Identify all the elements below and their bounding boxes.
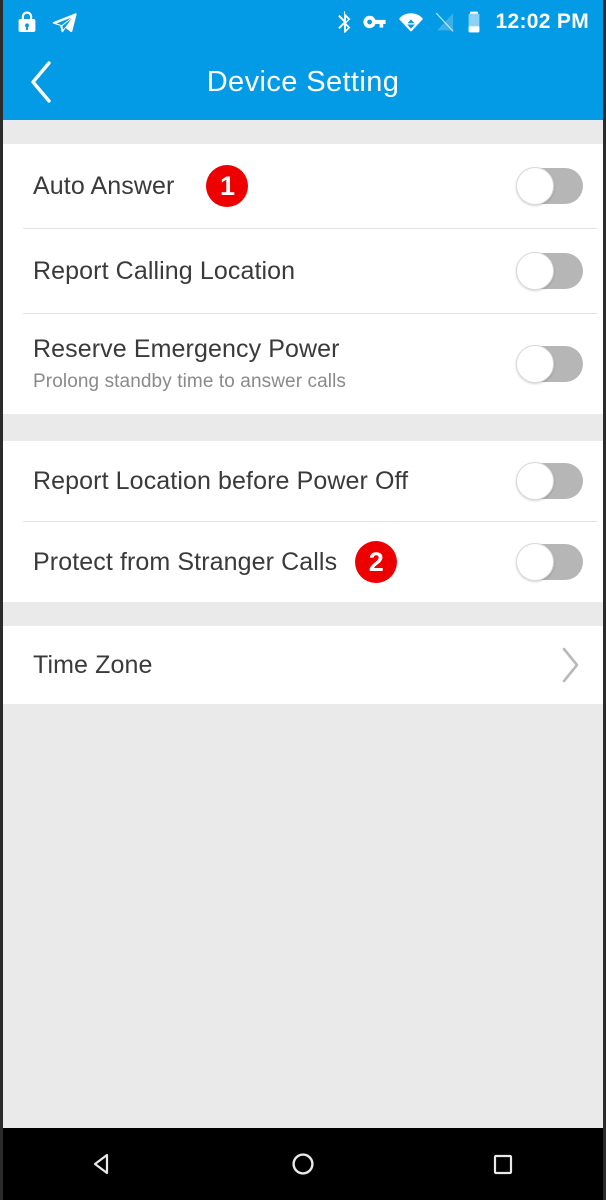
status-bar-right-icons: 12:02 PM	[336, 10, 589, 34]
battery-icon	[468, 11, 479, 33]
setting-label: Protect from Stranger Calls	[33, 547, 338, 576]
toggle-report-calling-location[interactable]	[516, 252, 583, 290]
row-text-block: Protect from Stranger Calls	[33, 548, 337, 577]
setting-row-time-zone[interactable]: Time Zone	[3, 626, 603, 704]
setting-label: Time Zone	[33, 650, 153, 679]
android-nav-bar	[3, 1128, 603, 1200]
chevron-right-icon	[562, 647, 579, 683]
back-button[interactable]	[3, 44, 79, 120]
settings-section-3: Time Zone	[3, 626, 603, 704]
setting-row-auto-answer[interactable]: Auto Answer 1	[3, 144, 603, 228]
signal-off-icon	[435, 12, 454, 32]
toggle-knob	[516, 543, 554, 581]
row-text-block: Auto Answer	[33, 172, 174, 201]
setting-row-report-location-before-power-off[interactable]: Report Location before Power Off	[3, 441, 603, 521]
setting-row-protect-from-stranger-calls[interactable]: Protect from Stranger Calls 2	[3, 522, 603, 602]
step-badge-1: 1	[206, 165, 249, 207]
lock-icon	[18, 11, 36, 32]
status-bar-clock: 12:02 PM	[495, 10, 589, 33]
toggle-protect-from-stranger-calls[interactable]	[516, 543, 583, 581]
toggle-auto-answer[interactable]	[516, 167, 583, 205]
settings-section-2: Report Location before Power Off Protect…	[3, 441, 603, 602]
toggle-knob	[516, 167, 554, 205]
setting-sublabel: Prolong standby time to answer calls	[33, 370, 347, 392]
row-text-block: Report Calling Location	[33, 257, 503, 286]
home-circle-icon	[292, 1153, 314, 1175]
phone-screen: 12:02 PM Device Setting Auto Answer 1 Re…	[3, 0, 603, 1200]
status-bar: 12:02 PM	[3, 0, 603, 44]
toggle-knob	[516, 252, 554, 290]
setting-label: Report Calling Location	[33, 256, 296, 285]
status-bar-left-icons	[17, 10, 77, 34]
vpn-key-icon	[362, 15, 386, 29]
setting-label: Report Location before Power Off	[33, 466, 409, 495]
toggle-reserve-emergency-power[interactable]	[516, 345, 583, 383]
location-send-icon	[52, 13, 77, 33]
setting-label: Reserve Emergency Power	[33, 335, 340, 364]
toggle-report-location-before-power-off[interactable]	[516, 462, 583, 500]
toggle-knob	[516, 462, 554, 500]
back-triangle-icon	[93, 1153, 109, 1175]
app-bar: Device Setting	[3, 44, 603, 120]
recents-square-icon	[493, 1154, 513, 1175]
step-badge-2: 2	[355, 541, 398, 583]
wifi-icon	[398, 13, 423, 32]
setting-label: Auto Answer	[33, 171, 175, 200]
toggle-knob	[516, 345, 554, 383]
setting-row-report-calling-location[interactable]: Report Calling Location	[3, 229, 603, 313]
settings-content: Auto Answer 1 Report Calling Location Re…	[3, 120, 603, 1128]
page-title: Device Setting	[206, 65, 400, 98]
setting-row-reserve-emergency-power[interactable]: Reserve Emergency Power Prolong standby …	[3, 314, 603, 414]
nav-recents-button[interactable]	[443, 1128, 563, 1200]
row-text-block: Reserve Emergency Power Prolong standby …	[33, 335, 503, 393]
row-text-block: Time Zone	[33, 651, 557, 680]
nav-back-button[interactable]	[43, 1128, 163, 1200]
settings-section-1: Auto Answer 1 Report Calling Location Re…	[3, 144, 603, 414]
bluetooth-icon	[337, 11, 350, 33]
row-text-block: Report Location before Power Off	[33, 467, 503, 496]
back-chevron-icon	[31, 61, 51, 103]
nav-home-button[interactable]	[243, 1128, 363, 1200]
